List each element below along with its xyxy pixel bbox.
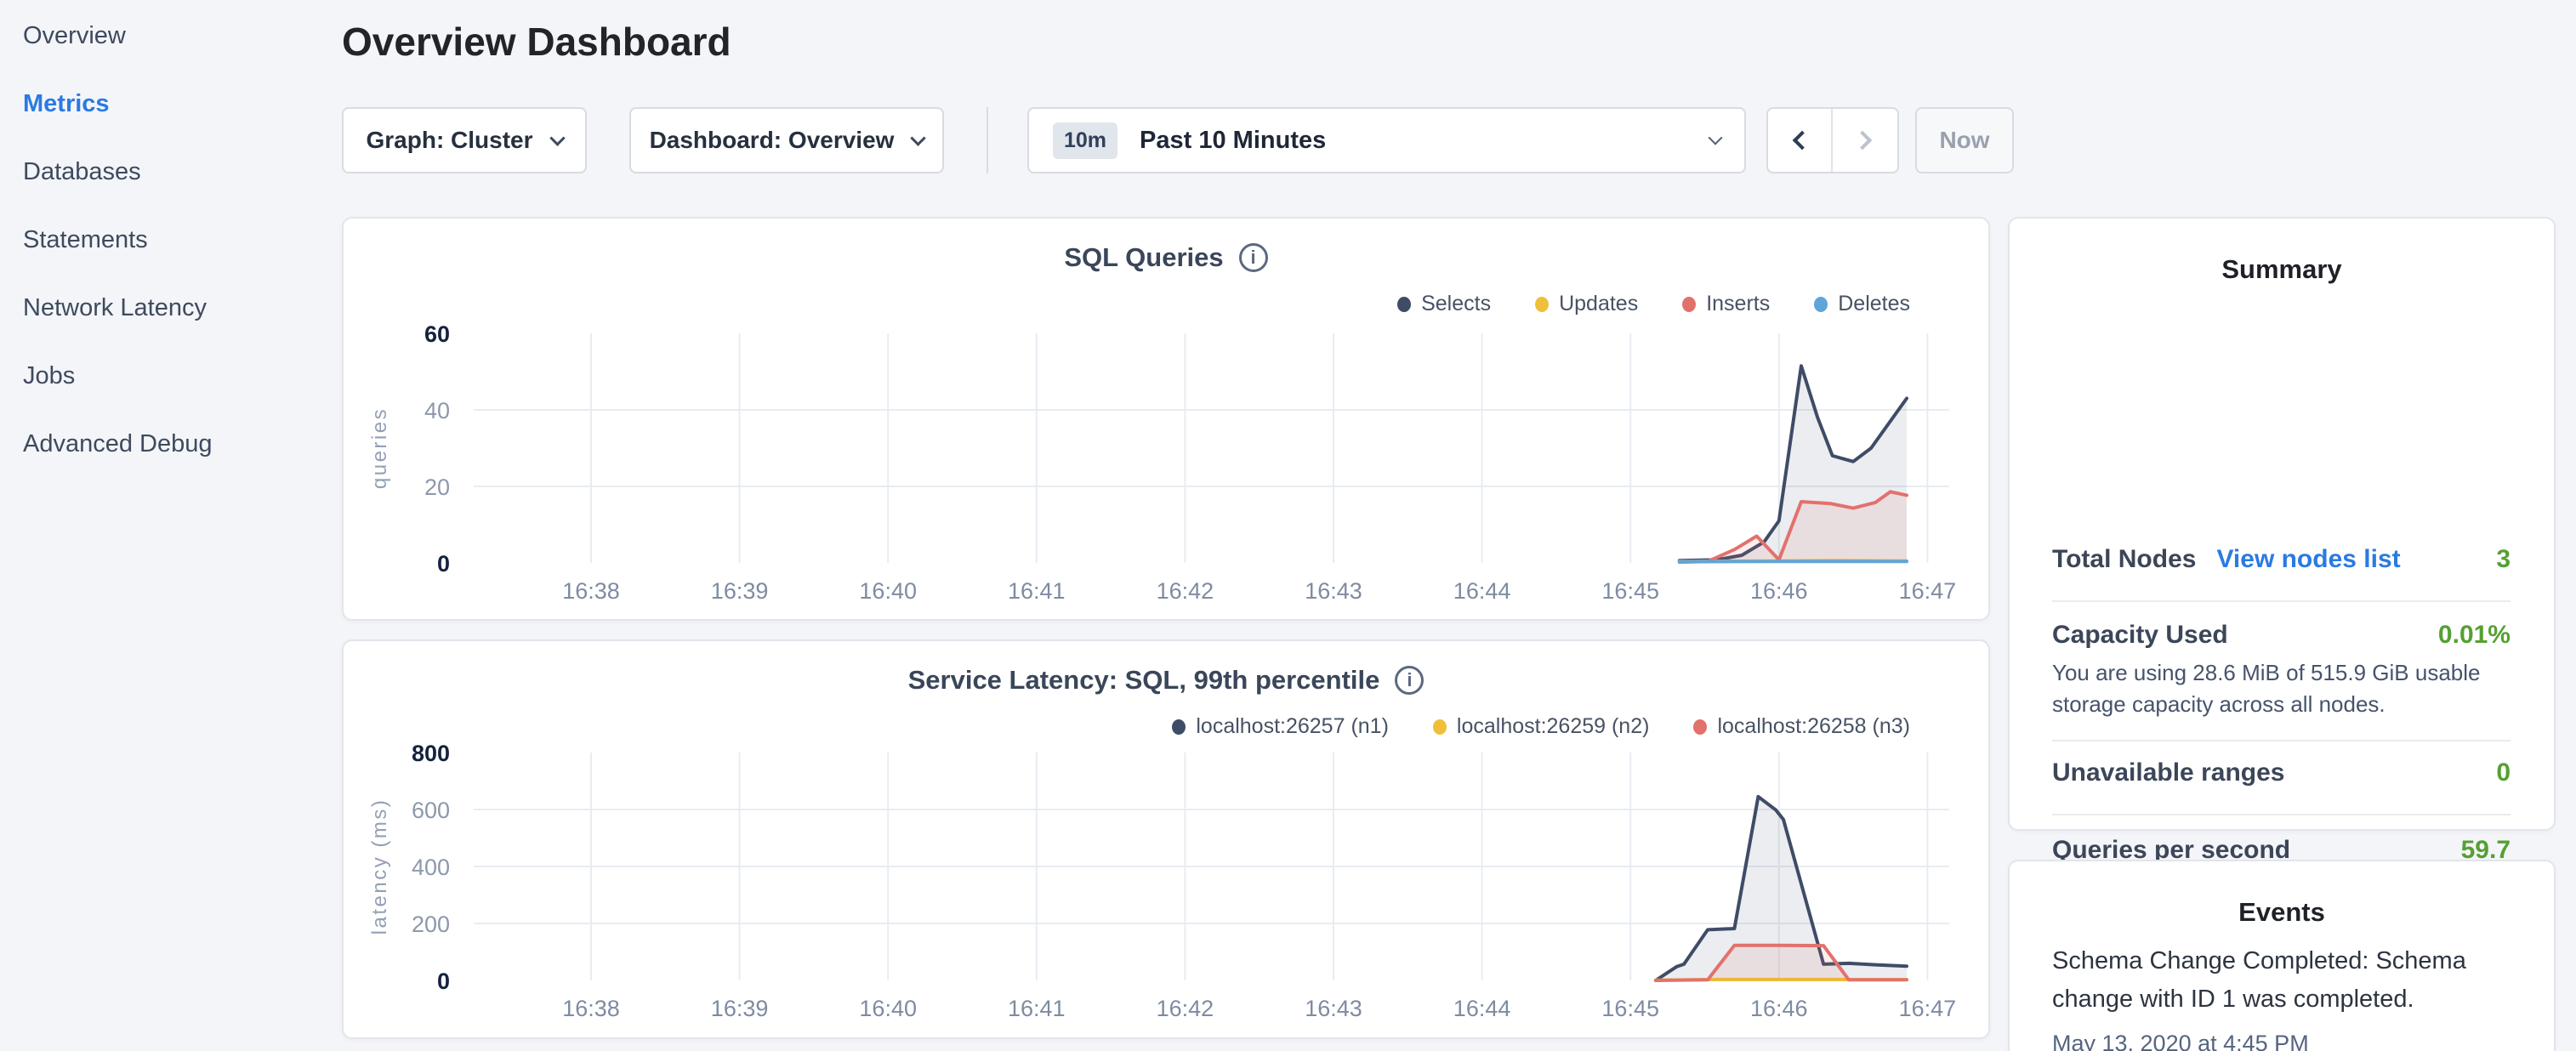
event-message: Schema Change Completed: Schema change w… — [2052, 942, 2533, 1019]
svg-text:16:42: 16:42 — [1157, 996, 1214, 1021]
sidebar-item-databases[interactable]: Databases — [23, 156, 342, 187]
svg-text:16:38: 16:38 — [562, 996, 620, 1021]
svg-text:16:47: 16:47 — [1899, 578, 1957, 604]
divider — [2052, 740, 2511, 741]
unavailable-ranges-label: Unavailable ranges — [2052, 758, 2284, 787]
events-heading: Events — [2010, 897, 2554, 928]
unavailable-ranges-value: 0 — [2496, 758, 2511, 787]
events-panel: Events Schema Change Completed: Schema c… — [2008, 860, 2556, 1051]
controls-divider — [987, 107, 988, 173]
svg-text:20: 20 — [424, 474, 450, 500]
svg-text:16:47: 16:47 — [1899, 996, 1957, 1021]
svg-text:60: 60 — [424, 321, 450, 347]
service-latency-chart[interactable]: 16:38 16:39 16:40 16:41 16:42 16:43 16:44 16:45… — [344, 641, 1992, 1041]
sidebar-item-jobs[interactable]: Jobs — [23, 361, 342, 391]
time-range-selector[interactable]: 10m Past 10 Minutes — [1027, 107, 1746, 173]
sql-queries-chart[interactable]: 16:38 16:39 16:40 16:41 16:42 16:43 16:44 16:45… — [344, 219, 1992, 622]
graph-dropdown-label: Graph: Cluster — [366, 127, 532, 154]
svg-text:16:39: 16:39 — [711, 578, 769, 604]
summary-heading: Summary — [2010, 254, 2554, 285]
sidebar-item-metrics[interactable]: Metrics — [23, 88, 342, 119]
divider — [2052, 600, 2511, 602]
unavailable-ranges-row: Unavailable ranges 0 — [2052, 758, 2511, 787]
dashboard-dropdown[interactable]: Dashboard: Overview — [629, 107, 944, 173]
svg-text:16:40: 16:40 — [859, 578, 917, 604]
svg-text:800: 800 — [412, 741, 450, 766]
time-window-badge: 10m — [1053, 122, 1117, 159]
sidebar-item-network-latency[interactable]: Network Latency — [23, 293, 342, 323]
svg-text:16:45: 16:45 — [1601, 578, 1659, 604]
svg-text:16:39: 16:39 — [711, 996, 769, 1021]
chevron-down-icon — [549, 130, 565, 145]
svg-text:16:46: 16:46 — [1750, 996, 1808, 1021]
svg-text:16:44: 16:44 — [1453, 578, 1511, 604]
svg-text:40: 40 — [424, 398, 450, 423]
now-button[interactable]: Now — [1915, 107, 2014, 173]
chevron-left-icon — [1793, 131, 1812, 151]
svg-text:16:38: 16:38 — [562, 578, 620, 604]
time-pager — [1766, 107, 1899, 173]
svg-text:latency (ms): latency (ms) — [368, 798, 391, 935]
svg-text:16:41: 16:41 — [1008, 996, 1066, 1021]
now-button-label: Now — [1939, 127, 1989, 154]
capacity-row: Capacity Used 0.01% — [2052, 621, 2511, 650]
svg-text:400: 400 — [412, 855, 450, 880]
sidebar-item-statements[interactable]: Statements — [23, 224, 342, 255]
sidebar-nav: Overview Metrics Databases Statements Networ… — [0, 0, 342, 1051]
svg-text:0: 0 — [437, 551, 450, 577]
svg-text:16:42: 16:42 — [1157, 578, 1214, 604]
chevron-down-icon — [911, 130, 926, 145]
chevron-down-icon — [1709, 131, 1723, 145]
svg-text:16:46: 16:46 — [1750, 578, 1808, 604]
service-latency-chart-card: Service Latency: SQL, 99th percentile i … — [342, 639, 1990, 1039]
sidebar-item-advanced-debug[interactable]: Advanced Debug — [23, 429, 342, 459]
svg-text:0: 0 — [437, 969, 450, 994]
summary-panel: Summary Total Nodes View nodes list 3 Ca… — [2008, 217, 2556, 831]
svg-text:16:43: 16:43 — [1305, 996, 1362, 1021]
time-forward-button[interactable] — [1833, 109, 1897, 172]
admin-ui-root: Overview Metrics Databases Statements Networ… — [0, 0, 2576, 1051]
total-nodes-value: 3 — [2496, 545, 2511, 574]
chevron-right-icon — [1853, 131, 1873, 151]
svg-text:16:44: 16:44 — [1453, 996, 1511, 1021]
dashboard-dropdown-label: Dashboard: Overview — [650, 127, 895, 154]
capacity-label: Capacity Used — [2052, 621, 2228, 650]
graph-dropdown[interactable]: Graph: Cluster — [342, 107, 587, 173]
svg-text:16:41: 16:41 — [1008, 578, 1066, 604]
total-nodes-label: Total Nodes — [2052, 545, 2196, 574]
sidebar-item-overview[interactable]: Overview — [23, 20, 342, 51]
sql-queries-chart-card: SQL Queries i SelectsUpdatesInsertsDelet… — [342, 217, 1990, 621]
divider — [2052, 814, 2511, 815]
capacity-value: 0.01% — [2438, 621, 2511, 650]
svg-text:200: 200 — [412, 912, 450, 937]
svg-text:600: 600 — [412, 798, 450, 823]
view-nodes-list-link[interactable]: View nodes list — [2216, 545, 2400, 574]
total-nodes-row: Total Nodes View nodes list 3 — [2052, 545, 2511, 574]
svg-text:16:45: 16:45 — [1601, 996, 1659, 1021]
svg-text:16:40: 16:40 — [859, 996, 917, 1021]
svg-text:queries: queries — [368, 407, 391, 489]
event-item[interactable]: Schema Change Completed: Schema change w… — [2052, 942, 2533, 1051]
time-window-label: Past 10 Minutes — [1140, 127, 1326, 155]
time-back-button[interactable] — [1768, 109, 1833, 172]
svg-text:16:43: 16:43 — [1305, 578, 1362, 604]
capacity-description: You are using 28.6 MiB of 515.9 GiB usab… — [2052, 657, 2533, 720]
event-timestamp: May 13, 2020 at 4:45 PM — [2052, 1031, 2533, 1051]
page-title: Overview Dashboard — [342, 19, 731, 65]
